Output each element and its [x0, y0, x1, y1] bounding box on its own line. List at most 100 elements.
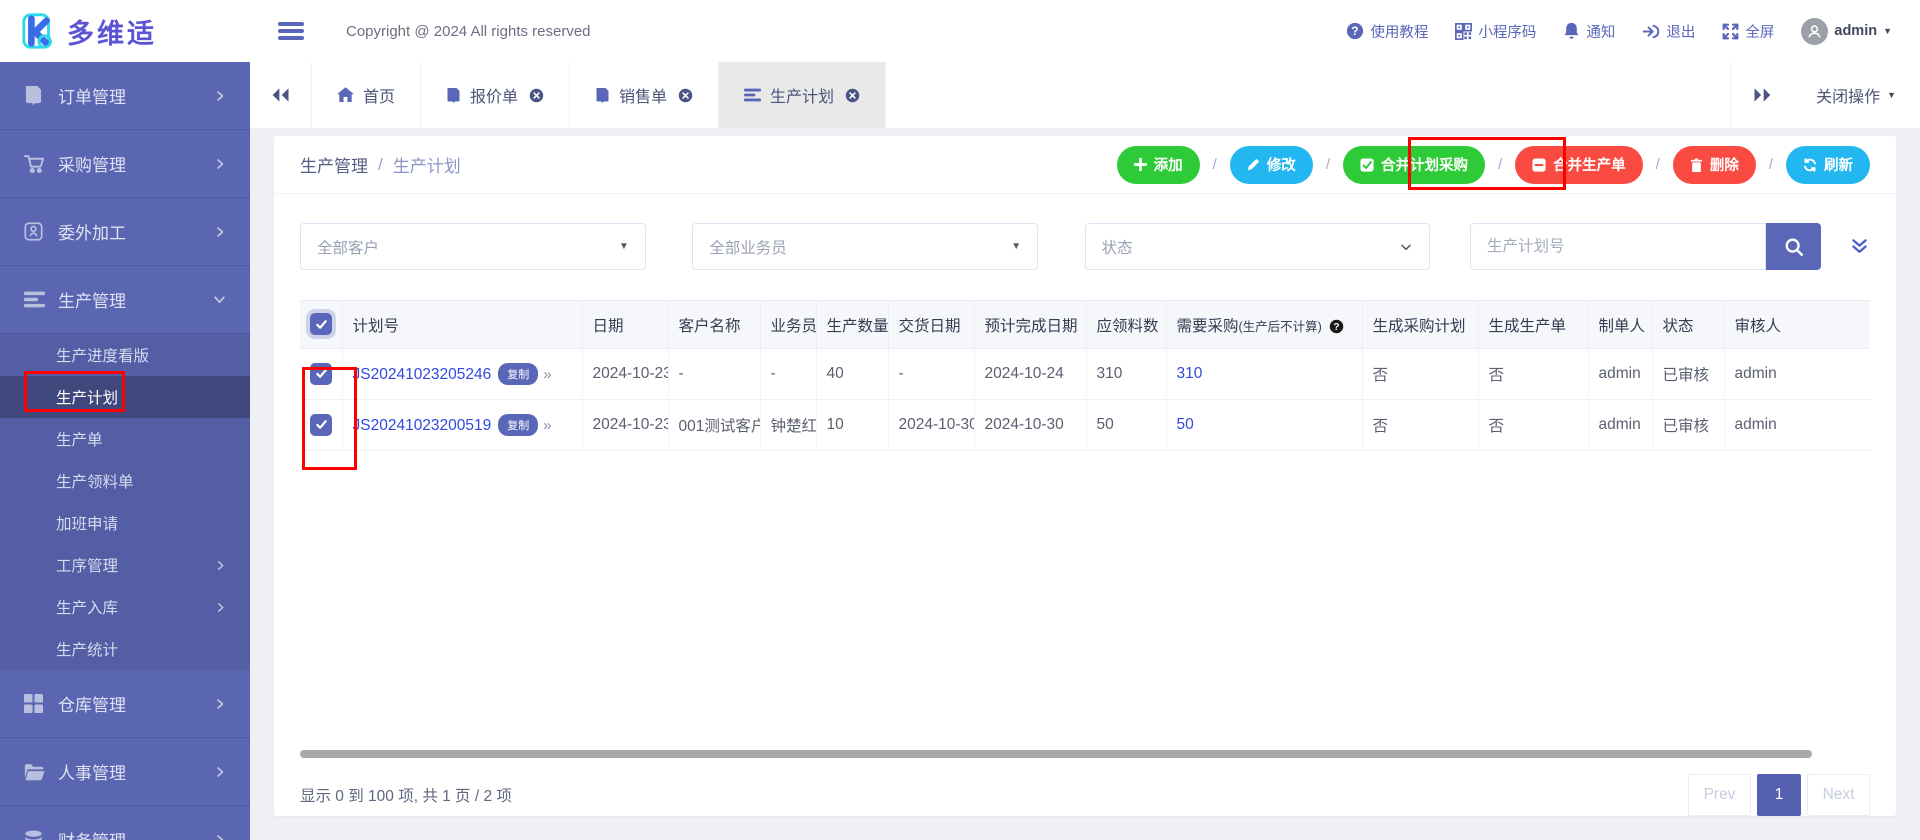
chevron-right-icon: [215, 602, 226, 613]
logout-icon: [1642, 23, 1660, 40]
table-footer: 显示 0 到 100 项, 共 1 页 / 2 项 Prev 1 Next: [274, 758, 1896, 816]
close-operations-dropdown[interactable]: 关闭操作 ▼: [1792, 62, 1920, 128]
person-badge-icon: [24, 222, 45, 241]
caret-down-icon: ▼: [619, 241, 629, 252]
pagination-info: 显示 0 到 100 项, 共 1 页 / 2 项: [300, 784, 512, 806]
help-link[interactable]: ? 使用教程: [1346, 21, 1428, 42]
angle-double-down-icon[interactable]: [1849, 236, 1870, 257]
pagination: Prev 1 Next: [1688, 774, 1870, 816]
salesman-filter-select[interactable]: 全部业务员 ▼: [692, 223, 1038, 270]
merge-production-order-button[interactable]: 合并生产单: [1515, 146, 1643, 184]
sidebar-item-warehouse[interactable]: 仓库管理: [0, 670, 250, 738]
tab-home[interactable]: 首页: [312, 62, 421, 128]
sidebar-item-finance[interactable]: 财务管理: [0, 806, 250, 840]
user-menu[interactable]: admin ▼: [1801, 18, 1892, 45]
sidebar-item-production-inbound[interactable]: 生产入库: [0, 586, 250, 628]
sidebar-item-production[interactable]: 生产管理: [0, 266, 250, 334]
tab-sales-order[interactable]: 销售单: [570, 62, 719, 128]
question-circle-icon: ?: [1346, 22, 1364, 40]
customer-filter-select[interactable]: 全部客户 ▼: [300, 223, 646, 270]
search-button[interactable]: [1766, 223, 1821, 270]
delete-button[interactable]: 删除: [1673, 146, 1756, 184]
chevron-down-icon: [213, 293, 226, 306]
production-plan-table: 计划号 日期 客户名称 业务员 生产数量 交货日期 预计完成日期 应领料数 需要…: [300, 300, 1870, 451]
file-icon: [446, 87, 461, 104]
search-icon: [1784, 237, 1804, 257]
sidebar: 订单管理 采购管理 委外加工 生产管理 生产进度看版 生产计划 生产单 生产领料…: [0, 62, 250, 840]
question-circle-icon[interactable]: ?: [1329, 319, 1344, 334]
expand-row-icon[interactable]: »: [543, 417, 551, 434]
breadcrumb-parent[interactable]: 生产管理: [300, 152, 368, 177]
notifications-link[interactable]: 通知: [1563, 21, 1615, 42]
next-page-button[interactable]: Next: [1807, 774, 1870, 816]
trash-icon: [1690, 158, 1703, 172]
page-1-button[interactable]: 1: [1757, 774, 1801, 816]
sidebar-item-purchasing[interactable]: 采购管理: [0, 130, 250, 198]
tab-production-plan[interactable]: 生产计划: [719, 62, 886, 128]
chevron-right-icon: [214, 226, 226, 238]
qr-code-icon: [1455, 23, 1472, 40]
prev-page-button[interactable]: Prev: [1688, 774, 1751, 816]
logo: 多维适: [0, 0, 250, 62]
chevron-right-icon: [214, 90, 226, 102]
copy-badge[interactable]: 复制: [498, 414, 538, 436]
tabs-scroll-left-button[interactable]: [250, 62, 312, 128]
folder-icon: [24, 763, 45, 781]
copy-badge[interactable]: 复制: [498, 363, 538, 385]
username: admin: [1834, 23, 1877, 39]
sidebar-item-process-management[interactable]: 工序管理: [0, 544, 250, 586]
miniprogram-link[interactable]: 小程序码: [1455, 21, 1536, 42]
chevron-right-icon: [214, 158, 226, 170]
sidebar-item-outsourcing[interactable]: 委外加工: [0, 198, 250, 266]
tabs-scroll-right-button[interactable]: [1730, 62, 1792, 128]
svg-text:?: ?: [1352, 25, 1359, 38]
chevron-down-icon: [1399, 240, 1413, 254]
sidebar-item-production-board[interactable]: 生产进度看版: [0, 334, 250, 376]
sidebar-item-production-plan[interactable]: 生产计划: [0, 376, 250, 418]
caret-down-icon: ▼: [1883, 26, 1892, 36]
plan-no-link[interactable]: JS20241023200519: [353, 417, 492, 434]
content-card: 生产管理 / 生产计划 添加 / 修改 /: [274, 136, 1896, 816]
close-tab-icon[interactable]: [678, 88, 693, 103]
horizontal-scrollbar[interactable]: [300, 750, 1812, 758]
need-purchase-link[interactable]: 50: [1177, 416, 1194, 433]
row-checkbox[interactable]: [310, 414, 332, 436]
cart-icon: [24, 154, 45, 174]
chevron-right-icon: [214, 766, 226, 778]
hamburger-menu-icon[interactable]: [278, 20, 304, 42]
sidebar-item-material-request[interactable]: 生产领料单: [0, 460, 250, 502]
tab-quotation[interactable]: 报价单: [421, 62, 570, 128]
main-area: 首页 报价单 销售单 生产计划 关闭操作 ▼: [250, 62, 1920, 840]
bell-icon: [1563, 22, 1580, 40]
sidebar-item-production-stats[interactable]: 生产统计: [0, 628, 250, 670]
plan-no-link[interactable]: JS20241023205246: [353, 366, 492, 383]
refresh-button[interactable]: 刷新: [1786, 146, 1870, 184]
close-tab-icon[interactable]: [845, 88, 860, 103]
close-tab-icon[interactable]: [529, 88, 544, 103]
plan-no-input[interactable]: [1470, 223, 1766, 270]
caret-down-icon: ▼: [1011, 241, 1021, 252]
status-filter-select[interactable]: 状态: [1085, 223, 1431, 270]
check-square-icon: [1360, 158, 1374, 172]
plan-no-search-group: [1470, 223, 1821, 270]
edit-button[interactable]: 修改: [1230, 146, 1313, 184]
expand-row-icon[interactable]: »: [543, 366, 551, 383]
select-all-checkbox[interactable]: [310, 313, 332, 335]
refresh-icon: [1803, 158, 1817, 172]
sidebar-item-production-order[interactable]: 生产单: [0, 418, 250, 460]
plus-icon: [1134, 158, 1147, 171]
merge-plan-purchase-button[interactable]: 合并计划采购: [1343, 146, 1485, 184]
fullscreen-icon: [1722, 23, 1739, 40]
fullscreen-link[interactable]: 全屏: [1722, 21, 1774, 42]
sidebar-item-hr[interactable]: 人事管理: [0, 738, 250, 806]
copyright-text: Copyright @ 2024 All rights reserved: [346, 23, 591, 40]
row-checkbox[interactable]: [310, 363, 332, 385]
need-purchase-link[interactable]: 310: [1177, 365, 1203, 382]
list-bars-icon: [24, 291, 45, 308]
chevron-right-icon: [214, 698, 226, 710]
sidebar-item-overtime-request[interactable]: 加班申请: [0, 502, 250, 544]
home-icon: [337, 87, 354, 103]
logout-link[interactable]: 退出: [1642, 21, 1695, 42]
add-button[interactable]: 添加: [1117, 146, 1200, 184]
sidebar-item-orders[interactable]: 订单管理: [0, 62, 250, 130]
